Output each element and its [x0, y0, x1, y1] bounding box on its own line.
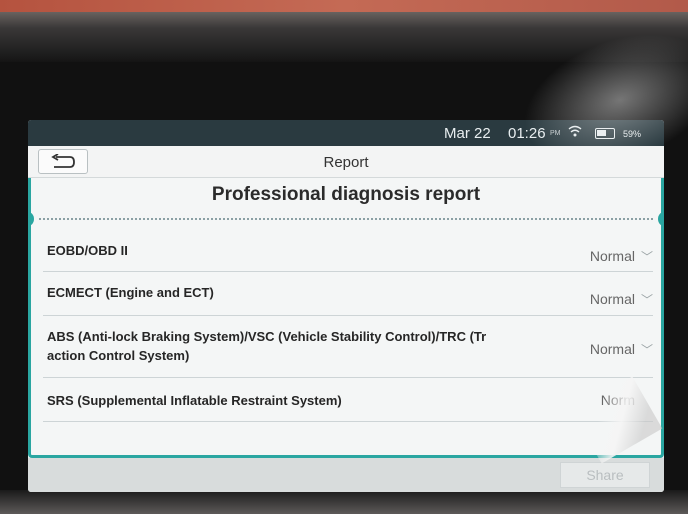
chevron-down-icon: ﹀: [640, 343, 653, 357]
report-heading: Professional diagnosis report: [211, 184, 481, 205]
report-panel: Professional diagnosis report EOBD/OBD I…: [28, 178, 664, 458]
chevron-down-icon: ﹀: [640, 250, 653, 264]
share-button[interactable]: Share: [560, 462, 650, 488]
report-row-status: Norm: [600, 392, 635, 408]
report-row[interactable]: ABS (Anti-lock Braking System)/VSC (Vehi…: [43, 316, 653, 378]
report-row-label: EOBD/OBD II: [47, 243, 128, 258]
bottom-bar: Share: [28, 458, 664, 492]
device-bezel-bottom: [0, 490, 688, 514]
report-row[interactable]: ECMECT (Engine and ECT) Normal ﹀: [43, 272, 653, 316]
report-row-status: Normal: [589, 248, 635, 264]
battery-percent: 59%: [623, 129, 642, 139]
report-row[interactable]: EOBD/OBD II Normal ﹀: [43, 228, 653, 272]
report-row[interactable]: SRS (Supplemental Inflatable Restraint S…: [43, 378, 653, 422]
status-time: 01:26: [508, 125, 546, 142]
report-row-status: Normal: [589, 291, 635, 307]
chevron-down-icon: ﹀: [640, 293, 653, 307]
battery-icon: [595, 128, 615, 139]
device-screen: Mar 22 01:26 PM 59% Report Professional …: [28, 120, 664, 492]
status-ampm: PM: [550, 130, 561, 137]
report-row-status: Normal: [589, 341, 635, 357]
report-row-label: SRS (Supplemental Inflatable Restraint S…: [47, 393, 342, 408]
background-surface: [0, 0, 688, 12]
wifi-icon: [568, 124, 582, 141]
report-row-label-line2: action Control System): [47, 348, 190, 363]
heading-divider: [39, 218, 653, 220]
page-title: Report: [323, 154, 369, 171]
report-row-label-line1: ABS (Anti-lock Braking System)/VSC (Vehi…: [47, 329, 487, 344]
panel-notch-right: [658, 212, 664, 226]
title-bar: Report: [28, 146, 664, 178]
panel-notch-left: [28, 212, 34, 226]
status-bar: Mar 22 01:26 PM 59%: [28, 120, 664, 146]
report-row-label: ECMECT (Engine and ECT): [47, 285, 214, 300]
status-date: Mar 22: [444, 125, 491, 142]
